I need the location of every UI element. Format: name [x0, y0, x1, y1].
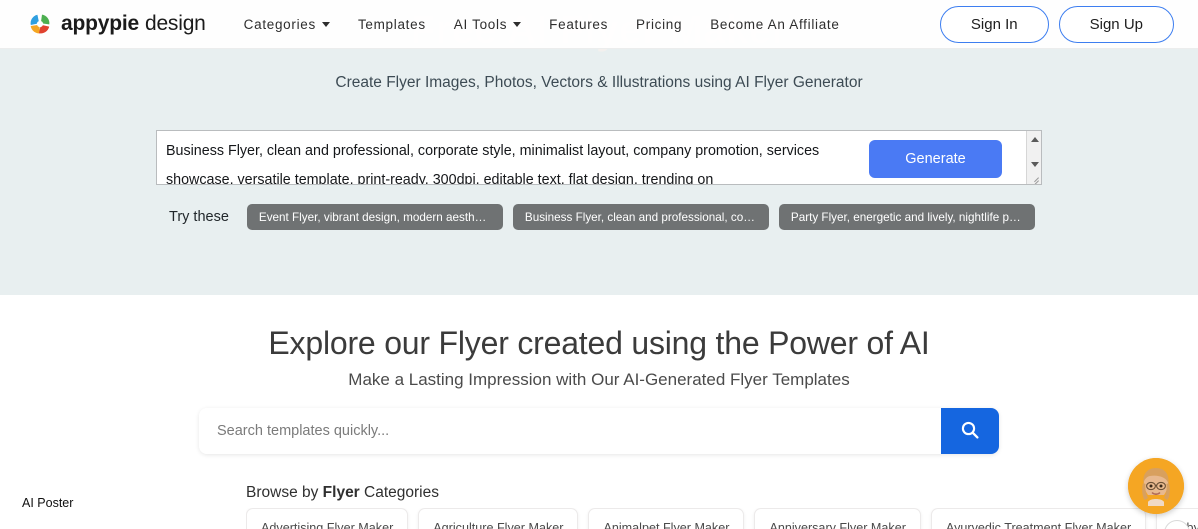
chevron-down-icon: [513, 21, 522, 27]
brand-name: appypie design: [61, 12, 206, 36]
category-pill[interactable]: Animalpet Flyer Maker: [588, 508, 745, 529]
nav-item-ai-tools[interactable]: AI Tools: [440, 11, 535, 38]
prompt-area: Business Flyer, clean and professional, …: [156, 130, 1042, 185]
nav-label-ai-tools: AI Tools: [453, 16, 508, 32]
category-pill[interactable]: Ayurvedic Treatment Flyer Maker: [930, 508, 1147, 529]
browse-bold-word: Flyer: [322, 484, 360, 501]
chevron-down-icon: [321, 21, 330, 27]
brand-name-bold: appypie: [61, 12, 139, 35]
nav-label-affiliate: Become An Affiliate: [710, 16, 840, 32]
scroll-down-arrow-icon[interactable]: [1027, 157, 1041, 171]
suggestion-chip-label: Business Flyer, clean and professional, …: [524, 210, 757, 224]
sign-in-button[interactable]: Sign In: [939, 5, 1049, 43]
search-input[interactable]: [199, 408, 941, 454]
category-pill[interactable]: Anniversary Flyer Maker: [754, 508, 921, 529]
nav-item-pricing[interactable]: Pricing: [622, 11, 696, 38]
generate-button[interactable]: Generate: [869, 140, 1002, 178]
brand-logo[interactable]: appypie design: [26, 10, 206, 38]
prompt-text-value: Business Flyer, clean and professional, …: [166, 143, 824, 185]
main-navigation: Categories Templates AI Tools Features P…: [230, 11, 854, 38]
search-button[interactable]: [941, 408, 999, 454]
nav-item-categories[interactable]: Categories: [230, 11, 344, 38]
link-preview-status: AI Poster: [22, 496, 74, 510]
explore-section-title: Explore our Flyer created using the Powe…: [268, 325, 930, 361]
suggestion-chip-label: Party Flyer, energetic and lively, night…: [790, 210, 1023, 224]
explore-section-subtitle: Make a Lasting Impression with Our AI-Ge…: [348, 370, 850, 389]
try-these-row: Try these Event Flyer, vibrant design, m…: [169, 204, 1045, 230]
textarea-resize-handle[interactable]: [1028, 171, 1040, 184]
suggestion-chip-label: Event Flyer, vibrant design, modern aest…: [258, 210, 491, 224]
scroll-up-arrow-icon[interactable]: [1027, 132, 1041, 146]
nav-item-templates[interactable]: Templates: [344, 11, 440, 38]
nav-item-features[interactable]: Features: [535, 11, 622, 38]
site-header: appypie design Categories Templates AI To…: [0, 0, 1198, 49]
auth-buttons: Sign In Sign Up: [939, 5, 1174, 43]
try-these-label: Try these: [169, 209, 229, 225]
nav-label-templates: Templates: [357, 16, 426, 32]
nav-item-become-an-affiliate[interactable]: Become An Affiliate: [696, 11, 853, 38]
brand-name-light: design: [144, 12, 206, 35]
category-pill-row: Advertising Flyer Maker Agriculture Flye…: [246, 508, 1198, 529]
suggestion-chip-business-flyer[interactable]: Business Flyer, clean and professional, …: [512, 204, 769, 230]
hero-subtitle: Create Flyer Images, Photos, Vectors & I…: [335, 74, 863, 91]
category-pill[interactable]: Agriculture Flyer Maker: [418, 508, 579, 529]
template-search-bar: [199, 408, 999, 454]
chat-assistant-avatar[interactable]: [1128, 458, 1184, 514]
category-pill[interactable]: Advertising Flyer Maker: [246, 508, 409, 529]
browse-categories-title: Browse by Flyer Categories: [246, 484, 439, 502]
browse-prefix: Browse by: [246, 484, 323, 501]
sign-up-button[interactable]: Sign Up: [1058, 5, 1174, 43]
suggestion-chip-event-flyer[interactable]: Event Flyer, vibrant design, modern aest…: [246, 204, 503, 230]
suggestion-chip-party-flyer[interactable]: Party Flyer, energetic and lively, night…: [778, 204, 1035, 230]
nav-label-pricing: Pricing: [636, 16, 683, 32]
appypie-logo-icon: [26, 10, 54, 38]
nav-label-features: Features: [549, 16, 609, 32]
browse-suffix: Categories: [359, 484, 439, 501]
search-icon: [960, 420, 980, 443]
nav-label-categories: Categories: [243, 16, 316, 32]
page-root: Free AI Flyer Maker appypiedesign Catego…: [0, 0, 1198, 529]
prompt-textarea[interactable]: Business Flyer, clean and professional, …: [156, 130, 1042, 185]
